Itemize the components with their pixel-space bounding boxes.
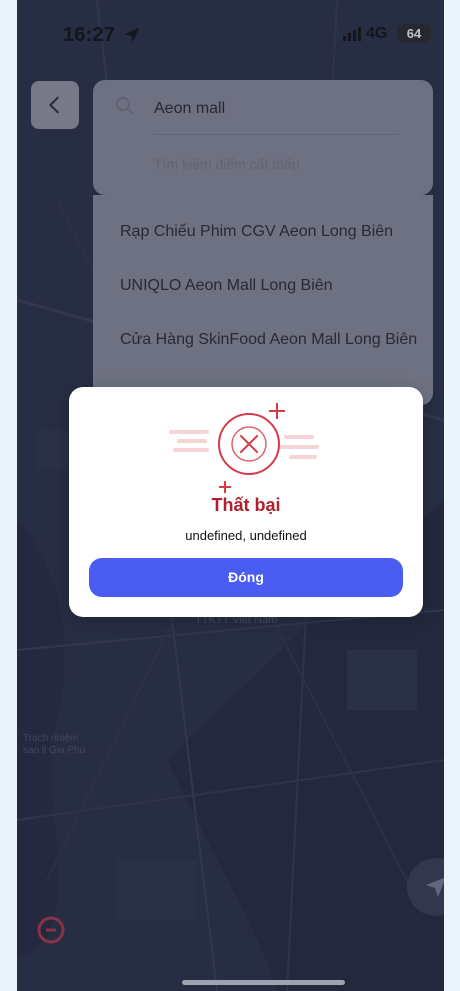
home-indicator[interactable] bbox=[182, 980, 345, 985]
dialog-message: undefined, undefined bbox=[185, 528, 307, 543]
close-button[interactable]: Đóng bbox=[89, 558, 403, 597]
error-dialog: Thất bại undefined, undefined Đóng bbox=[69, 387, 423, 617]
dialog-title: Thất bại bbox=[211, 495, 281, 515]
phone-screen: TTKTT Việt Nam Trạch nhiệm sao li Gia Ph… bbox=[17, 0, 444, 991]
close-circle-icon bbox=[169, 403, 319, 493]
